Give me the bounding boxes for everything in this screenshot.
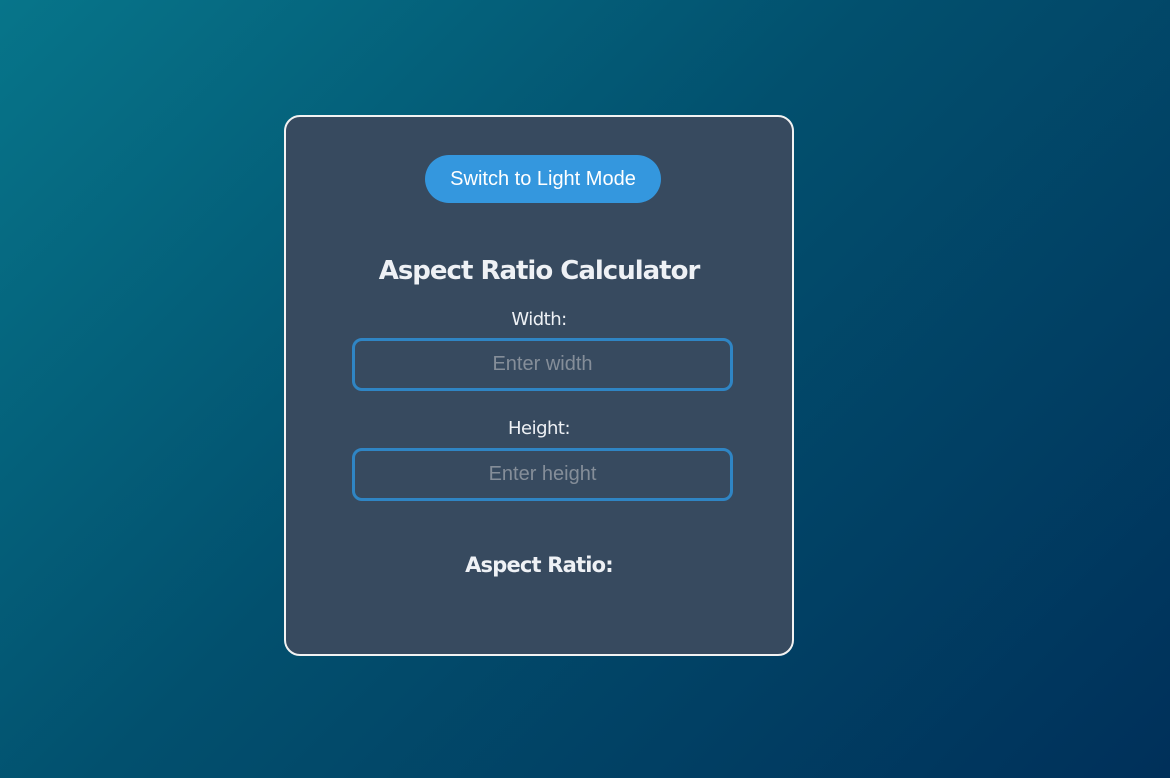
aspect-ratio-label: Aspect Ratio: bbox=[465, 553, 614, 577]
width-input[interactable] bbox=[352, 338, 733, 391]
aspect-ratio-result: Aspect Ratio: bbox=[286, 551, 792, 579]
width-label: Width: bbox=[511, 309, 567, 330]
page-title: Aspect Ratio Calculator bbox=[378, 256, 701, 286]
calculator-card: Switch to Light Mode Aspect Ratio Calcul… bbox=[284, 115, 794, 656]
height-label: Height: bbox=[507, 418, 571, 439]
theme-toggle-button[interactable]: Switch to Light Mode bbox=[425, 155, 661, 203]
height-input[interactable] bbox=[352, 448, 733, 501]
